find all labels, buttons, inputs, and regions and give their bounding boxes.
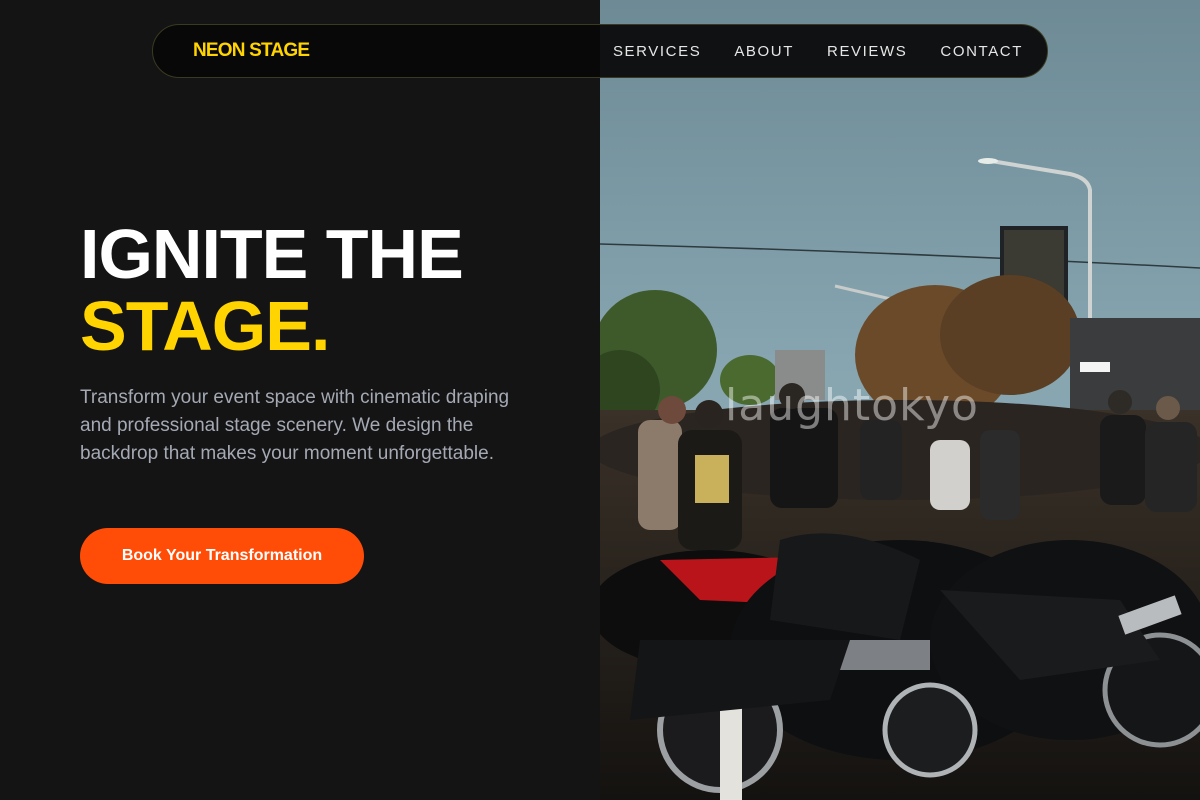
hero-title: IGNITE THE STAGE. (80, 215, 464, 365)
hero-title-line1: IGNITE THE (80, 215, 464, 293)
hero-title-line2: STAGE. (80, 287, 330, 365)
nav-link-reviews[interactable]: REVIEWS (827, 43, 907, 60)
main-navbar: NEON STAGE SERVICES ABOUT REVIEWS CONTAC… (152, 24, 1048, 78)
book-transformation-button[interactable]: Book Your Transformation (80, 528, 364, 584)
nav-link-services[interactable]: SERVICES (613, 43, 701, 60)
brand-logo[interactable]: NEON STAGE (193, 40, 310, 62)
nav-link-about[interactable]: ABOUT (734, 43, 794, 60)
watermark-text: laughtokyo (725, 380, 979, 431)
nav-link-contact[interactable]: CONTACT (940, 43, 1023, 60)
nav-links: SERVICES ABOUT REVIEWS CONTACT (613, 43, 1023, 60)
hero-image: laughtokyo (600, 0, 1200, 800)
hero-description: Transform your event space with cinemati… (80, 387, 510, 464)
